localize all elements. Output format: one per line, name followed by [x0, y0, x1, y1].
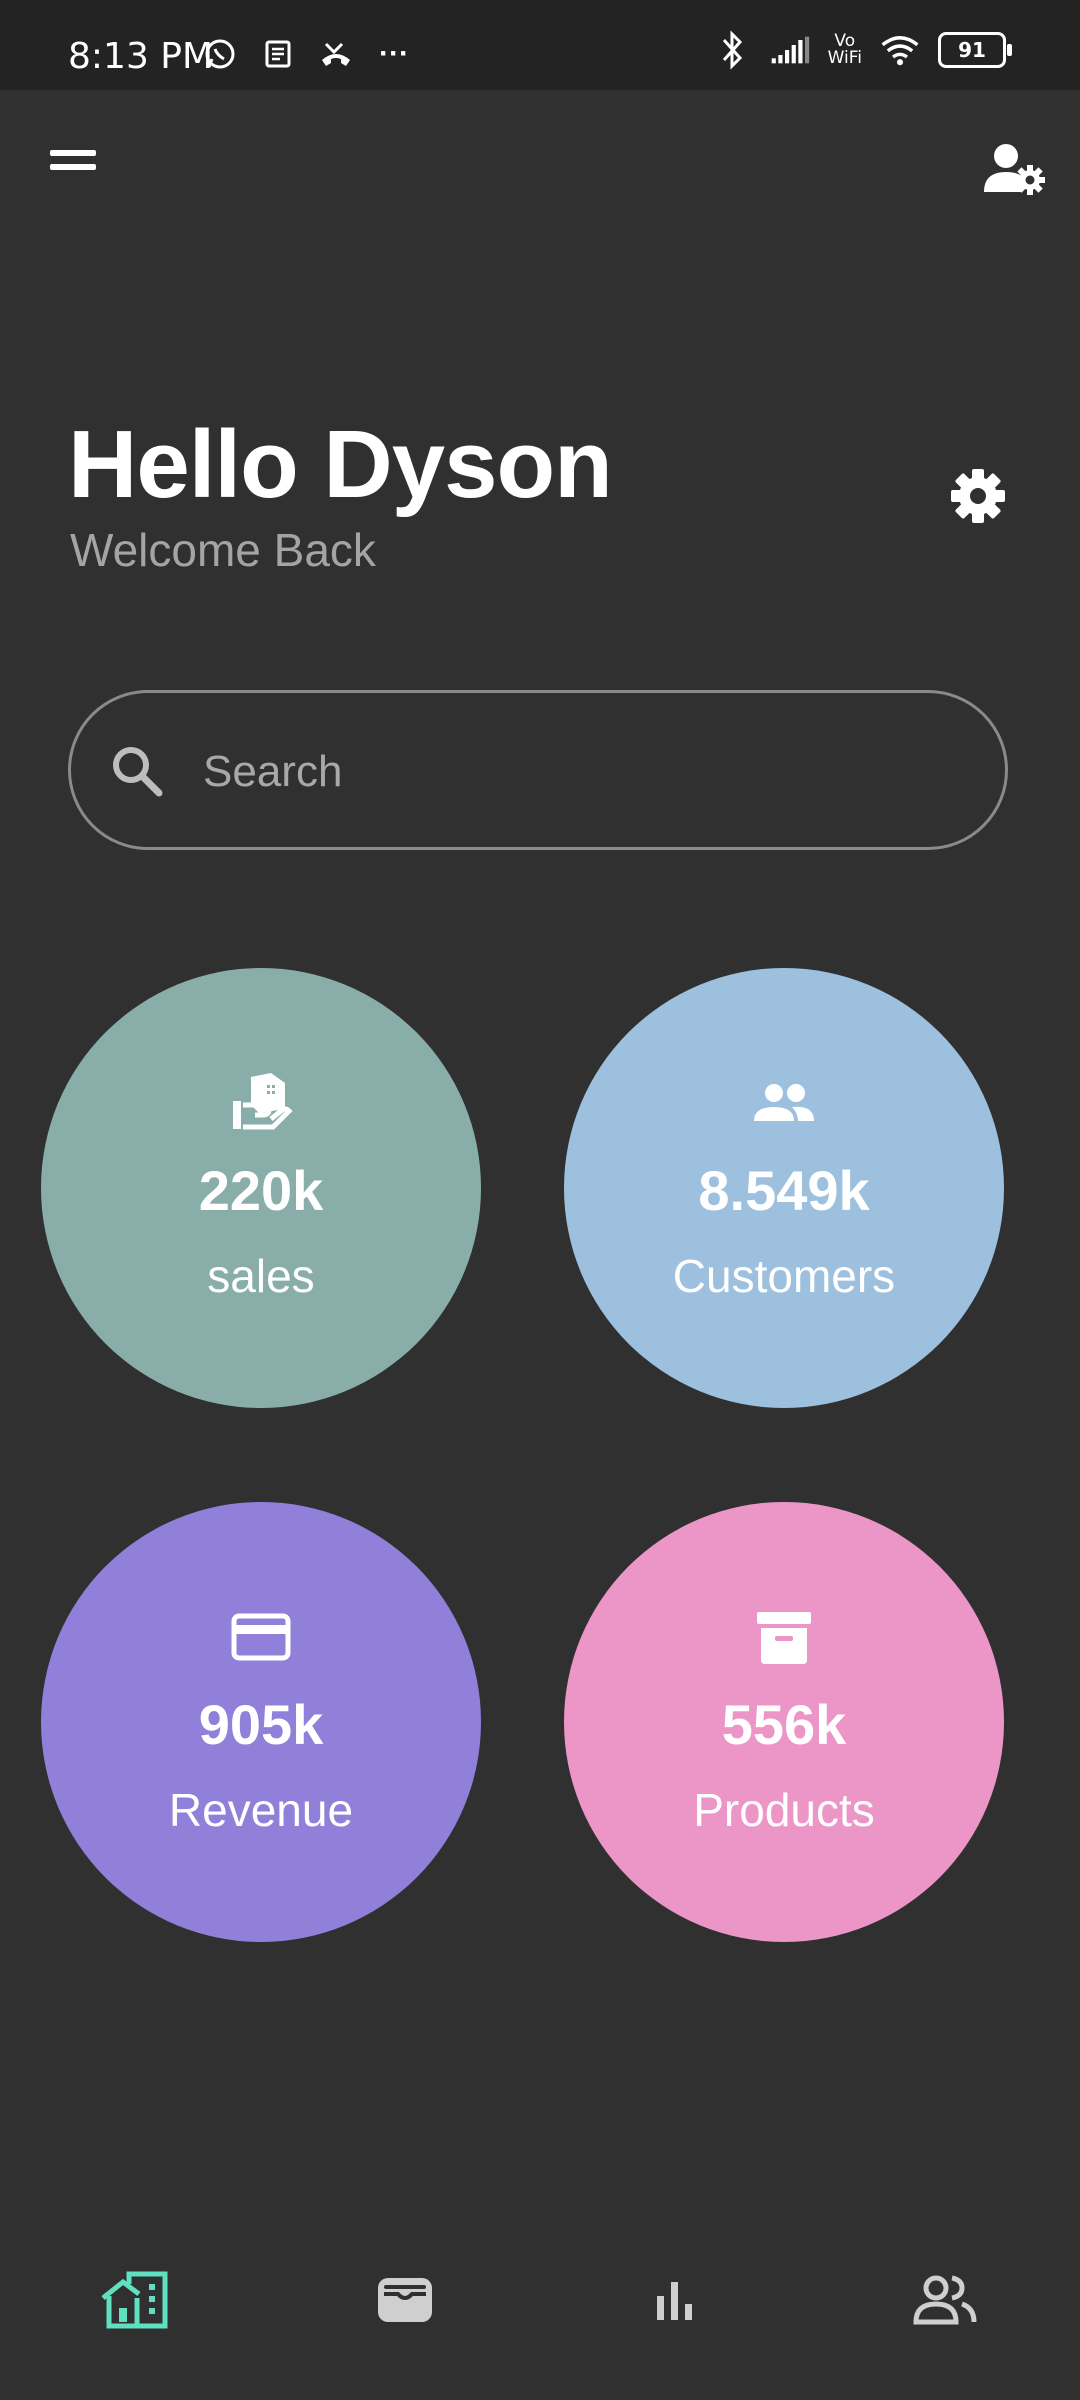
greeting-subtitle: Welcome Back: [70, 524, 376, 576]
stat-value: 905k: [198, 1693, 324, 1756]
battery-icon: 91: [938, 32, 1012, 68]
wifi-icon: [880, 30, 920, 70]
stat-card-products[interactable]: 556k Products: [564, 1502, 1004, 1942]
stat-card-revenue[interactable]: 905k Revenue: [41, 1502, 481, 1942]
stat-label: Revenue: [168, 1784, 354, 1836]
nav-stats[interactable]: [635, 2260, 715, 2340]
status-bar: 8:13 PM ··· Vo WiFi 91: [0, 0, 1080, 90]
group-icon: [749, 1068, 819, 1138]
wallet-icon: [378, 2278, 432, 2322]
news-icon: [258, 34, 298, 74]
search-bar[interactable]: [68, 690, 1008, 850]
whatsapp-icon: [200, 34, 240, 74]
nav-people[interactable]: [905, 2260, 985, 2340]
nav-home[interactable]: [95, 2260, 175, 2340]
status-notification-icons: ···: [200, 34, 414, 74]
settings-button[interactable]: [948, 466, 1008, 526]
nav-wallet[interactable]: [365, 2260, 445, 2340]
user-gear-icon: [984, 144, 1045, 195]
home-building-icon: [101, 2271, 168, 2329]
search-icon: [113, 747, 163, 797]
stat-card-sales[interactable]: 220k sales: [41, 968, 481, 1408]
missed-call-icon: [316, 34, 356, 74]
people-icon: [913, 2275, 977, 2325]
bar-chart-icon: [657, 2282, 692, 2320]
stat-card-customers[interactable]: 8.549k Customers: [564, 968, 1004, 1408]
greeting-title: Hello Dyson: [68, 411, 613, 518]
store-icon: [226, 1068, 296, 1138]
vowifi-indicator: Vo WiFi: [828, 33, 862, 67]
search-input[interactable]: [201, 733, 965, 811]
stat-label: Products: [693, 1784, 875, 1836]
menu-icon-bar-bottom: [50, 164, 96, 170]
stat-label: sales: [207, 1250, 315, 1302]
signal-icon: [770, 30, 810, 70]
status-system-icons: Vo WiFi 91: [712, 30, 1012, 70]
bottom-navigation: [0, 2220, 1080, 2400]
bluetooth-icon: [712, 30, 752, 70]
battery-level: 91: [958, 38, 986, 62]
gear-icon: [951, 469, 1005, 523]
stat-value: 8.549k: [698, 1159, 870, 1222]
credit-card-icon: [226, 1602, 296, 1672]
stat-value: 556k: [721, 1693, 847, 1756]
archive-box-icon: [749, 1602, 819, 1672]
status-time: 8:13 PM: [68, 36, 214, 77]
vowifi-bottom-text: WiFi: [827, 48, 862, 68]
user-settings-button[interactable]: [980, 140, 1050, 200]
stat-value: 220k: [198, 1159, 324, 1222]
menu-icon-bar-top: [50, 150, 96, 156]
stat-label: Customers: [672, 1250, 896, 1302]
more-notifications-icon: ···: [379, 37, 409, 70]
menu-button[interactable]: [50, 150, 102, 186]
